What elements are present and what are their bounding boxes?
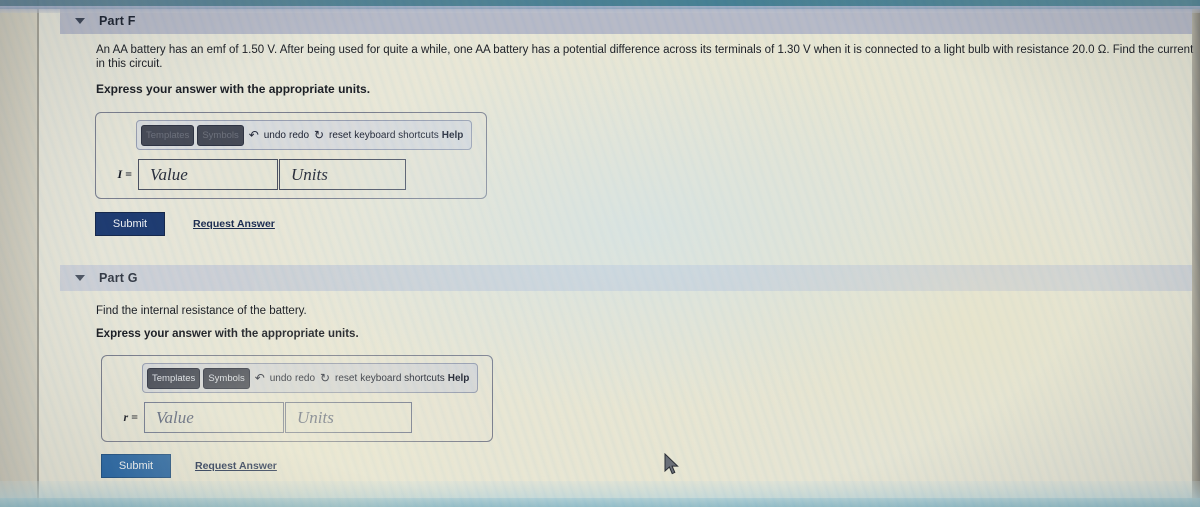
top-screen-edge-highlight	[0, 6, 1200, 13]
value-input-g[interactable]: Value	[144, 402, 284, 433]
units-input-g[interactable]: Units	[285, 402, 412, 433]
redo-button-g[interactable]: redo	[295, 373, 315, 384]
reset-icon[interactable]: ↻	[312, 129, 326, 141]
page-content: Part F An AA battery has an emf of 1.50 …	[39, 0, 1193, 507]
variable-label-f: I =	[117, 167, 132, 181]
undo-button-g[interactable]: undo	[270, 373, 292, 384]
triangle-down-icon[interactable]	[75, 275, 85, 281]
undo-arrow-icon[interactable]: ↶	[253, 372, 267, 384]
templates-button-g[interactable]: Templates	[147, 367, 201, 389]
templates-button-f[interactable]: Templates	[141, 124, 195, 146]
question-text-g: Find the internal resistance of the batt…	[96, 305, 307, 317]
right-gutter	[1192, 0, 1200, 507]
submit-button-g[interactable]: Submit	[101, 454, 171, 478]
undo-button-f[interactable]: undo	[264, 130, 286, 141]
undo-arrow-icon[interactable]: ↶	[247, 129, 261, 141]
reset-icon[interactable]: ↻	[318, 372, 332, 384]
answer-box-f: Templates Symbols ↶ undo redo ↻ reset ke…	[95, 112, 487, 199]
page-divider	[37, 0, 39, 507]
assignment-page: Part F An AA battery has an emf of 1.50 …	[39, 0, 1193, 507]
symbols-button-g[interactable]: Symbols	[203, 367, 250, 389]
part-title-g: Part G	[99, 271, 138, 285]
help-link-g[interactable]: Help	[448, 373, 470, 384]
symbols-button-f[interactable]: Symbols	[197, 124, 244, 146]
instruction-text-f: Express your answer with the appropriate…	[96, 82, 371, 96]
triangle-down-icon[interactable]	[75, 18, 85, 24]
redo-button-f[interactable]: redo	[289, 130, 309, 141]
photographed-screen: Part F An AA battery has an emf of 1.50 …	[0, 0, 1200, 507]
math-toolbar-g: Templates Symbols ↶ undo redo ↻ reset ke…	[142, 363, 478, 393]
answer-field-row-f: I = Value Units	[102, 158, 482, 191]
units-input-f[interactable]: Units	[279, 159, 406, 190]
request-answer-link-g[interactable]: Request Answer	[195, 460, 277, 472]
request-answer-link-f[interactable]: Request Answer	[193, 218, 275, 230]
answer-field-row-g: r = Value Units	[108, 401, 488, 434]
left-gutter	[0, 0, 37, 507]
part-title-f: Part F	[99, 14, 136, 28]
instruction-text-g: Express your answer with the appropriate…	[96, 328, 359, 340]
submit-row-g: Submit Request Answer	[101, 454, 277, 478]
help-link-f[interactable]: Help	[442, 130, 464, 141]
variable-label-g: r =	[123, 410, 138, 424]
math-toolbar-f: Templates Symbols ↶ undo redo ↻ reset ke…	[136, 120, 472, 150]
keyboard-shortcuts-link-g[interactable]: keyboard shortcuts	[360, 373, 445, 384]
value-input-f[interactable]: Value	[138, 159, 278, 190]
bottom-screen-edge-highlight	[0, 498, 1200, 507]
answer-box-g: Templates Symbols ↶ undo redo ↻ reset ke…	[101, 355, 493, 442]
part-header-g[interactable]: Part G	[60, 265, 1192, 291]
question-text-f: An AA battery has an emf of 1.50 V. Afte…	[96, 44, 1194, 70]
submit-row-f: Submit Request Answer	[95, 212, 275, 236]
reset-button-f[interactable]: reset	[329, 130, 351, 141]
submit-button-f[interactable]: Submit	[95, 212, 165, 236]
reset-button-g[interactable]: reset	[335, 373, 357, 384]
keyboard-shortcuts-link-f[interactable]: keyboard shortcuts	[354, 130, 439, 141]
